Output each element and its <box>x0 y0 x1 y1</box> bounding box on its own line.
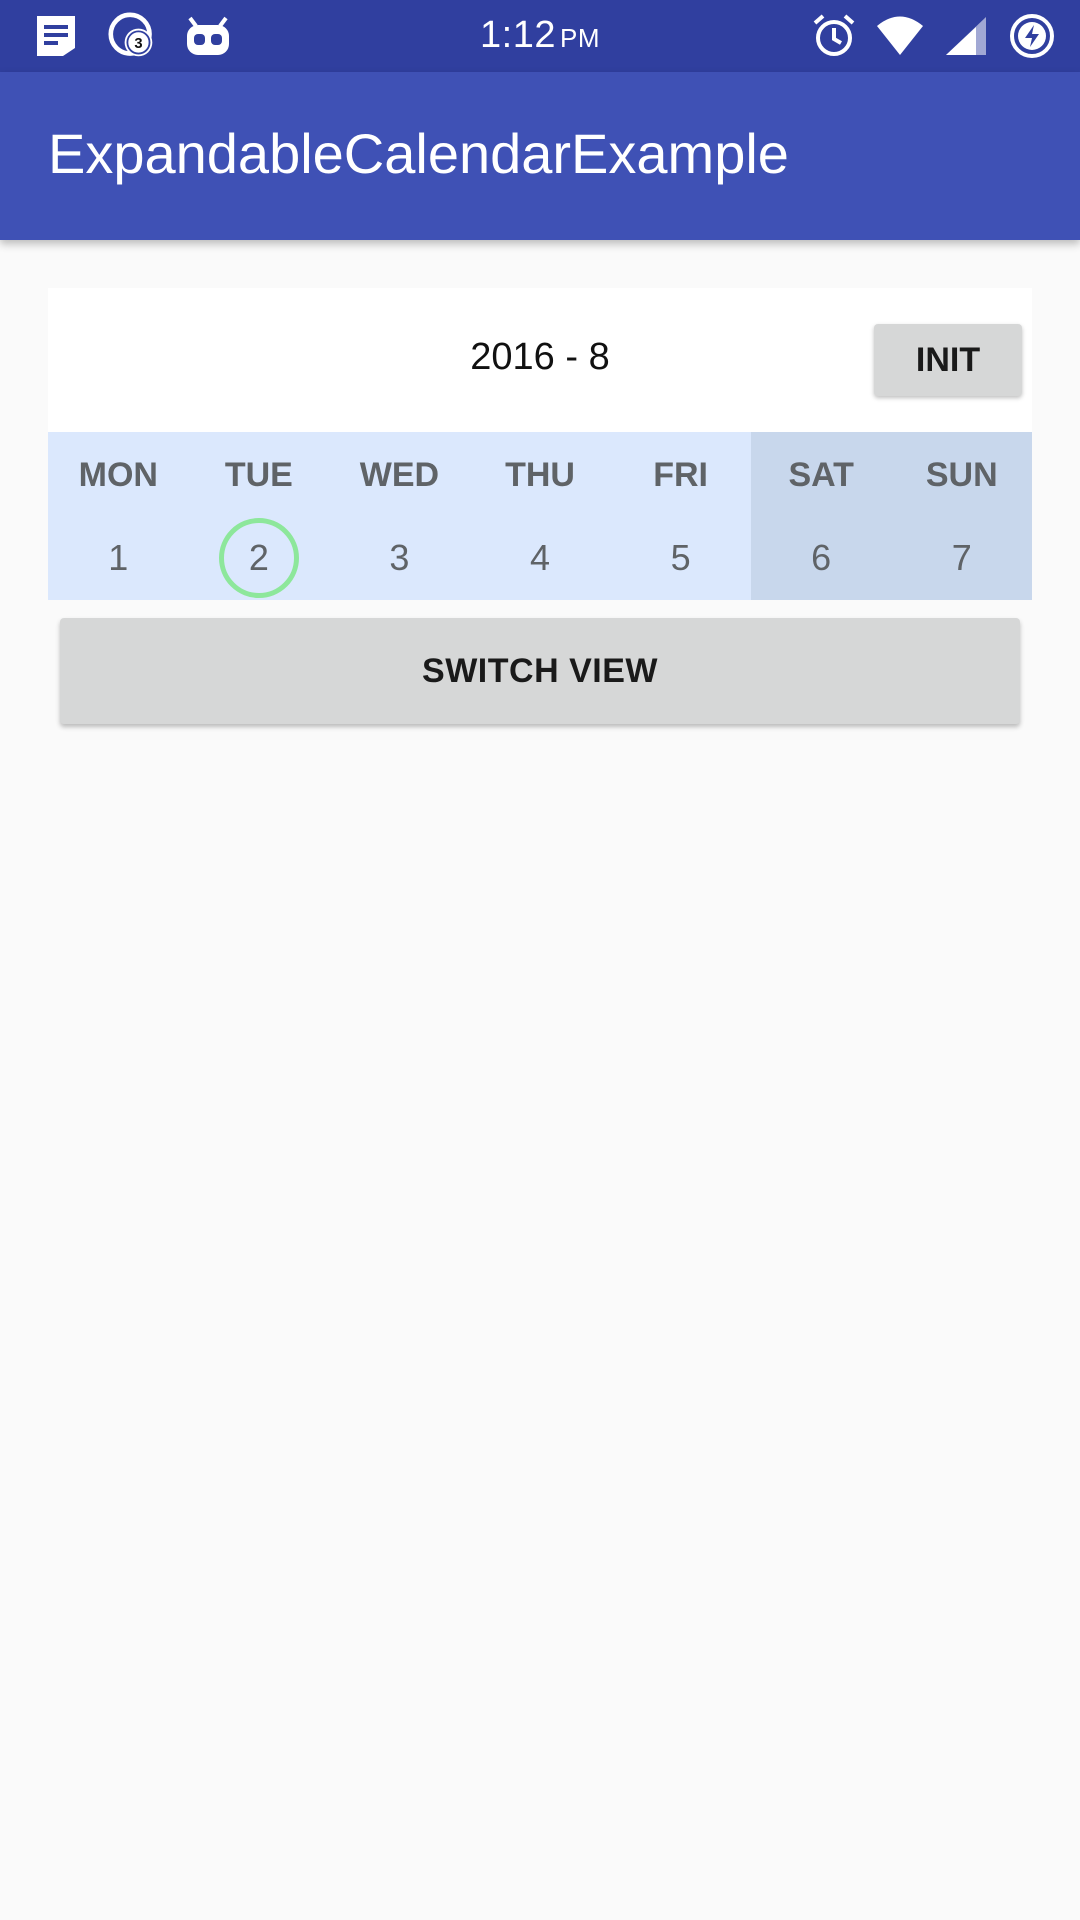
day-name: FRI <box>653 456 708 494</box>
alarm-icon <box>810 12 858 60</box>
clock-time: 1:12 <box>480 14 556 56</box>
day-column-tue[interactable]: TUE 2 <box>188 432 330 600</box>
clock-ampm: PM <box>559 23 600 53</box>
day-name: TUE <box>224 456 293 494</box>
wifi-icon <box>876 12 924 60</box>
day-name: SAT <box>788 456 854 494</box>
day-name: MON <box>78 456 158 494</box>
day-column-thu[interactable]: THU 4 <box>469 432 611 600</box>
calendar-header: 2016 - 8 INIT <box>48 288 1032 432</box>
main-content: 2016 - 8 INIT MON 1 TUE 2 WED 3 THU 4 FR… <box>48 288 1033 724</box>
day-column-wed[interactable]: WED 3 <box>329 432 470 600</box>
init-button[interactable]: INIT <box>874 324 1022 396</box>
system-icons <box>810 12 1056 60</box>
day-name: THU <box>505 456 575 494</box>
day-number-selected[interactable]: 2 <box>218 518 299 598</box>
day-number[interactable]: 1 <box>78 518 158 598</box>
app-title: ExpandableCalendarExample <box>48 122 789 185</box>
day-name: SUN <box>925 456 998 494</box>
status-bar: 3 1:12 PM <box>0 0 1080 72</box>
day-column-sat[interactable]: SAT 6 <box>750 432 892 600</box>
calendar-week: MON 1 TUE 2 WED 3 THU 4 FRI 5 SAT 6 SUN … <box>48 432 1033 600</box>
app-bar: ExpandableCalendarExample <box>0 72 1080 240</box>
day-column-sun[interactable]: SUN 7 <box>891 432 1033 600</box>
day-number[interactable]: 5 <box>641 518 721 598</box>
day-number[interactable]: 3 <box>359 518 439 598</box>
day-number[interactable]: 4 <box>500 518 580 598</box>
switch-view-button[interactable]: SWITCH VIEW <box>60 618 1020 724</box>
cell-signal-icon <box>942 12 990 60</box>
day-number[interactable]: 7 <box>922 518 1002 598</box>
battery-charging-icon <box>1008 12 1056 60</box>
day-name: WED <box>359 456 440 494</box>
day-column-fri[interactable]: FRI 5 <box>610 432 751 600</box>
day-column-mon[interactable]: MON 1 <box>48 432 189 600</box>
day-number[interactable]: 6 <box>781 518 861 598</box>
